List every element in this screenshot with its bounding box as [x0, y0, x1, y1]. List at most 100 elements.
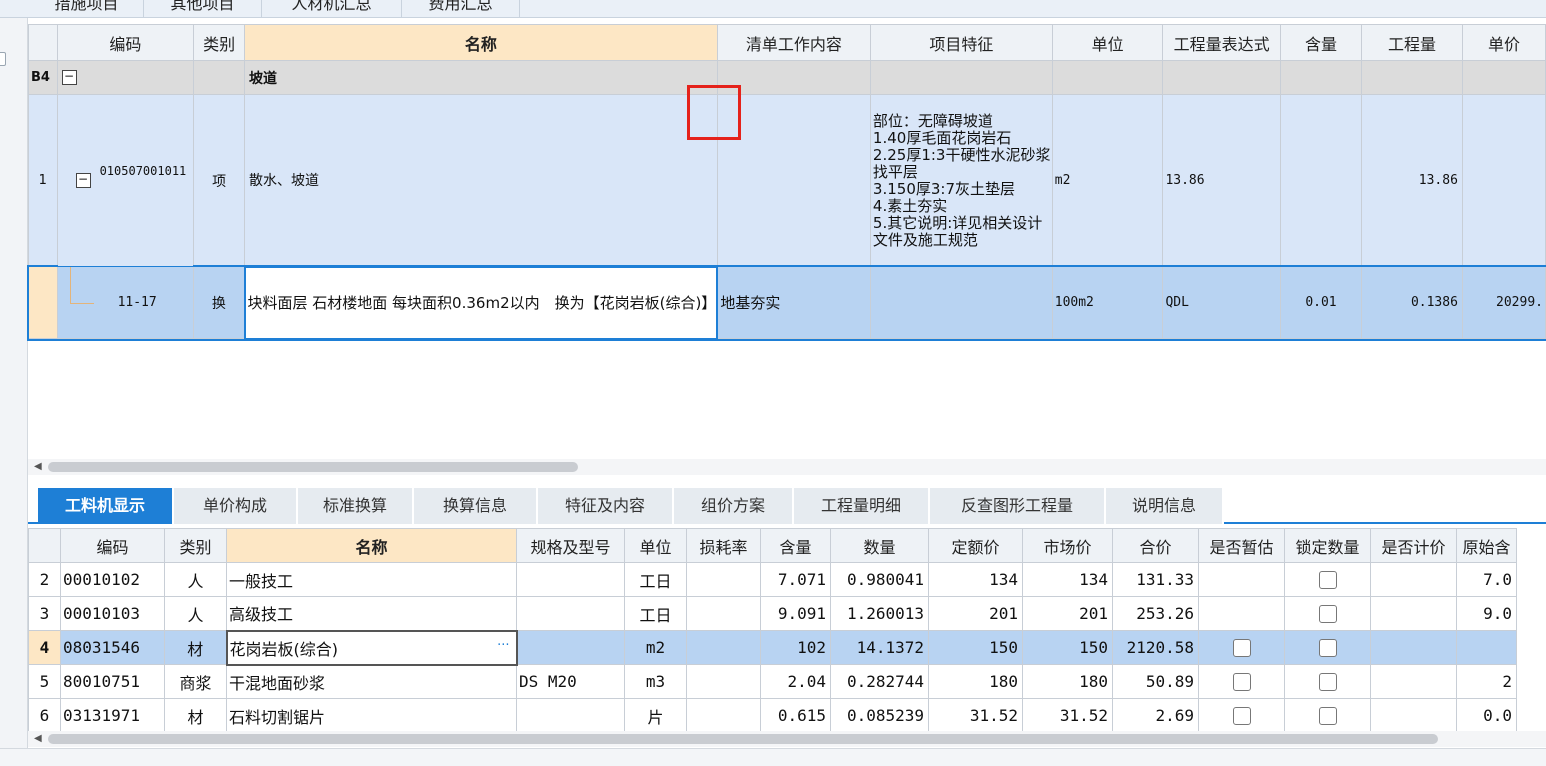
material-code[interactable]: 80010751: [60, 664, 165, 699]
material-spec[interactable]: DS M20: [516, 664, 625, 699]
tab-pricing-scheme[interactable]: 组价方案: [674, 488, 794, 524]
material-name[interactable]: 干混地面砂浆: [226, 664, 517, 699]
collapse-icon[interactable]: −: [61, 70, 77, 85]
material-loss[interactable]: [686, 562, 761, 597]
tab-quantity-detail[interactable]: 工程量明细: [794, 488, 930, 524]
table-row[interactable]: 2 00010102 人 一般技工 工日 7.071 0.980041 134 …: [28, 562, 1517, 597]
side-panel-icon[interactable]: [0, 52, 6, 66]
material-spec[interactable]: [516, 630, 625, 665]
quota-name[interactable]: 块料面层 石材楼地面 每块面积0.36m2以内 换为【花岗岩板(综合)】: [243, 265, 719, 340]
lock-qty-checkbox[interactable]: [1318, 673, 1337, 692]
col-expression[interactable]: 工程量表达式: [1162, 24, 1281, 61]
col-spec[interactable]: 规格及型号: [516, 528, 625, 563]
table-row-selected[interactable]: 4 08031546 材 花岗岩板(综合) ··· m2 102 14.1372…: [28, 629, 1517, 666]
material-loss[interactable]: [686, 698, 761, 733]
material-code[interactable]: 00010102: [60, 562, 165, 597]
material-content[interactable]: 9.091: [760, 596, 831, 631]
top-horizontal-scrollbar[interactable]: ◀: [28, 459, 1546, 475]
material-loss[interactable]: [686, 664, 761, 699]
scroll-left-icon[interactable]: ◀: [34, 461, 42, 472]
material-code[interactable]: 08031546: [60, 630, 165, 665]
col-name[interactable]: 名称: [226, 528, 517, 563]
material-content[interactable]: 0.615: [760, 698, 831, 733]
col-lock-qty[interactable]: 锁定数量: [1284, 528, 1371, 563]
material-loss[interactable]: [686, 630, 761, 665]
section-row[interactable]: B4 − 坡道: [28, 60, 1546, 95]
quota-content[interactable]: 0.01: [1279, 266, 1363, 339]
provisional-checkbox[interactable]: [1232, 639, 1251, 658]
col-provisional[interactable]: 是否暂估: [1198, 528, 1285, 563]
tab-other-items[interactable]: 其他项目: [144, 0, 262, 17]
material-market-price[interactable]: 150: [1022, 630, 1113, 665]
lock-qty-checkbox[interactable]: [1318, 639, 1337, 658]
col-code[interactable]: 编码: [60, 528, 165, 563]
col-quantity[interactable]: 工程量: [1361, 24, 1463, 61]
more-options-icon[interactable]: ···: [497, 638, 509, 653]
col-type[interactable]: 类别: [164, 528, 227, 563]
tab-standard-conversion[interactable]: 标准换算: [298, 488, 414, 524]
col-features[interactable]: 项目特征: [869, 24, 1053, 61]
tab-graphic-quantity[interactable]: 反查图形工程量: [930, 488, 1106, 524]
provisional-checkbox[interactable]: [1232, 673, 1251, 692]
quota-expression[interactable]: QDL: [1162, 266, 1281, 339]
material-spec[interactable]: [516, 562, 625, 597]
col-content[interactable]: 含量: [1279, 24, 1363, 61]
col-unit-price[interactable]: 单价: [1461, 24, 1546, 61]
tab-labor-material-summary[interactable]: 人材机汇总: [262, 0, 402, 17]
col-total[interactable]: 合价: [1112, 528, 1199, 563]
tab-measures[interactable]: 措施项目: [30, 0, 144, 17]
item-code-cell[interactable]: − 010507001011: [56, 94, 195, 267]
item-expression[interactable]: 13.86: [1162, 94, 1281, 267]
material-spec[interactable]: [516, 698, 625, 733]
col-content[interactable]: 含量: [760, 528, 831, 563]
material-content[interactable]: 2.04: [760, 664, 831, 699]
col-loss-rate[interactable]: 损耗率: [686, 528, 761, 563]
lock-qty-checkbox[interactable]: [1318, 605, 1337, 624]
collapse-icon[interactable]: −: [75, 173, 91, 188]
material-market-price[interactable]: 180: [1022, 664, 1113, 699]
material-name[interactable]: 石料切割锯片: [226, 698, 517, 733]
col-code[interactable]: 编码: [56, 24, 195, 61]
quota-work[interactable]: 地基夯实: [716, 266, 871, 339]
tab-description[interactable]: 说明信息: [1106, 488, 1224, 524]
tab-cost-summary[interactable]: 费用汇总: [402, 0, 520, 17]
material-code[interactable]: 00010103: [60, 596, 165, 631]
table-row[interactable]: 6 03131971 材 石料切割锯片 片 0.615 0.085239 31.…: [28, 698, 1517, 733]
material-code[interactable]: 03131971: [60, 698, 165, 733]
provisional-checkbox[interactable]: [1232, 707, 1251, 726]
material-content[interactable]: 102: [760, 630, 831, 665]
material-market-price[interactable]: 134: [1022, 562, 1113, 597]
material-market-price[interactable]: 201: [1022, 596, 1113, 631]
col-name[interactable]: 名称: [244, 24, 718, 61]
item-features[interactable]: 部位：无障碍坡道 1.40厚毛面花岗岩石 2.25厚1:3干硬性水泥砂浆找平层 …: [869, 94, 1053, 267]
tab-conversion-info[interactable]: 换算信息: [414, 488, 538, 524]
scrollbar-thumb[interactable]: [48, 462, 578, 472]
col-quantity[interactable]: 数量: [830, 528, 929, 563]
quota-code-cell[interactable]: 11-17: [56, 266, 195, 339]
tab-unit-price-composition[interactable]: 单价构成: [174, 488, 298, 524]
tab-labor-material[interactable]: 工料机显示: [38, 488, 174, 524]
material-content[interactable]: 7.071: [760, 562, 831, 597]
material-name-editor[interactable]: 花岗岩板(综合) ···: [225, 629, 518, 666]
col-work-content[interactable]: 清单工作内容: [716, 24, 871, 61]
col-unit[interactable]: 单位: [624, 528, 687, 563]
col-quota-price[interactable]: 定额价: [928, 528, 1023, 563]
scroll-left-icon[interactable]: ◀: [34, 733, 42, 744]
table-row[interactable]: 5 80010751 商浆 干混地面砂浆 DS M20 m3 2.04 0.28…: [28, 664, 1517, 699]
col-market-price[interactable]: 市场价: [1022, 528, 1113, 563]
scrollbar-thumb[interactable]: [48, 734, 1438, 744]
col-type[interactable]: 类别: [193, 24, 246, 61]
quota-features[interactable]: [869, 266, 1053, 339]
table-row-selected[interactable]: 11-17 换 块料面层 石材楼地面 每块面积0.36m2以内 换为【花岗岩板(…: [26, 264, 1546, 341]
tab-features-content[interactable]: 特征及内容: [538, 488, 674, 524]
table-row[interactable]: 1 − 010507001011 项 散水、坡道 部位：无障碍坡道 1.40厚毛…: [28, 94, 1546, 267]
bottom-horizontal-scrollbar[interactable]: ◀: [28, 731, 1546, 747]
material-loss[interactable]: [686, 596, 761, 631]
col-unit[interactable]: 单位: [1051, 24, 1164, 61]
col-original-content[interactable]: 原始含: [1456, 528, 1517, 563]
lock-qty-checkbox[interactable]: [1318, 707, 1337, 726]
material-spec[interactable]: [516, 596, 625, 631]
col-priced[interactable]: 是否计价: [1370, 528, 1457, 563]
material-name[interactable]: 一般技工: [226, 562, 517, 597]
material-name[interactable]: 高级技工: [226, 596, 517, 631]
